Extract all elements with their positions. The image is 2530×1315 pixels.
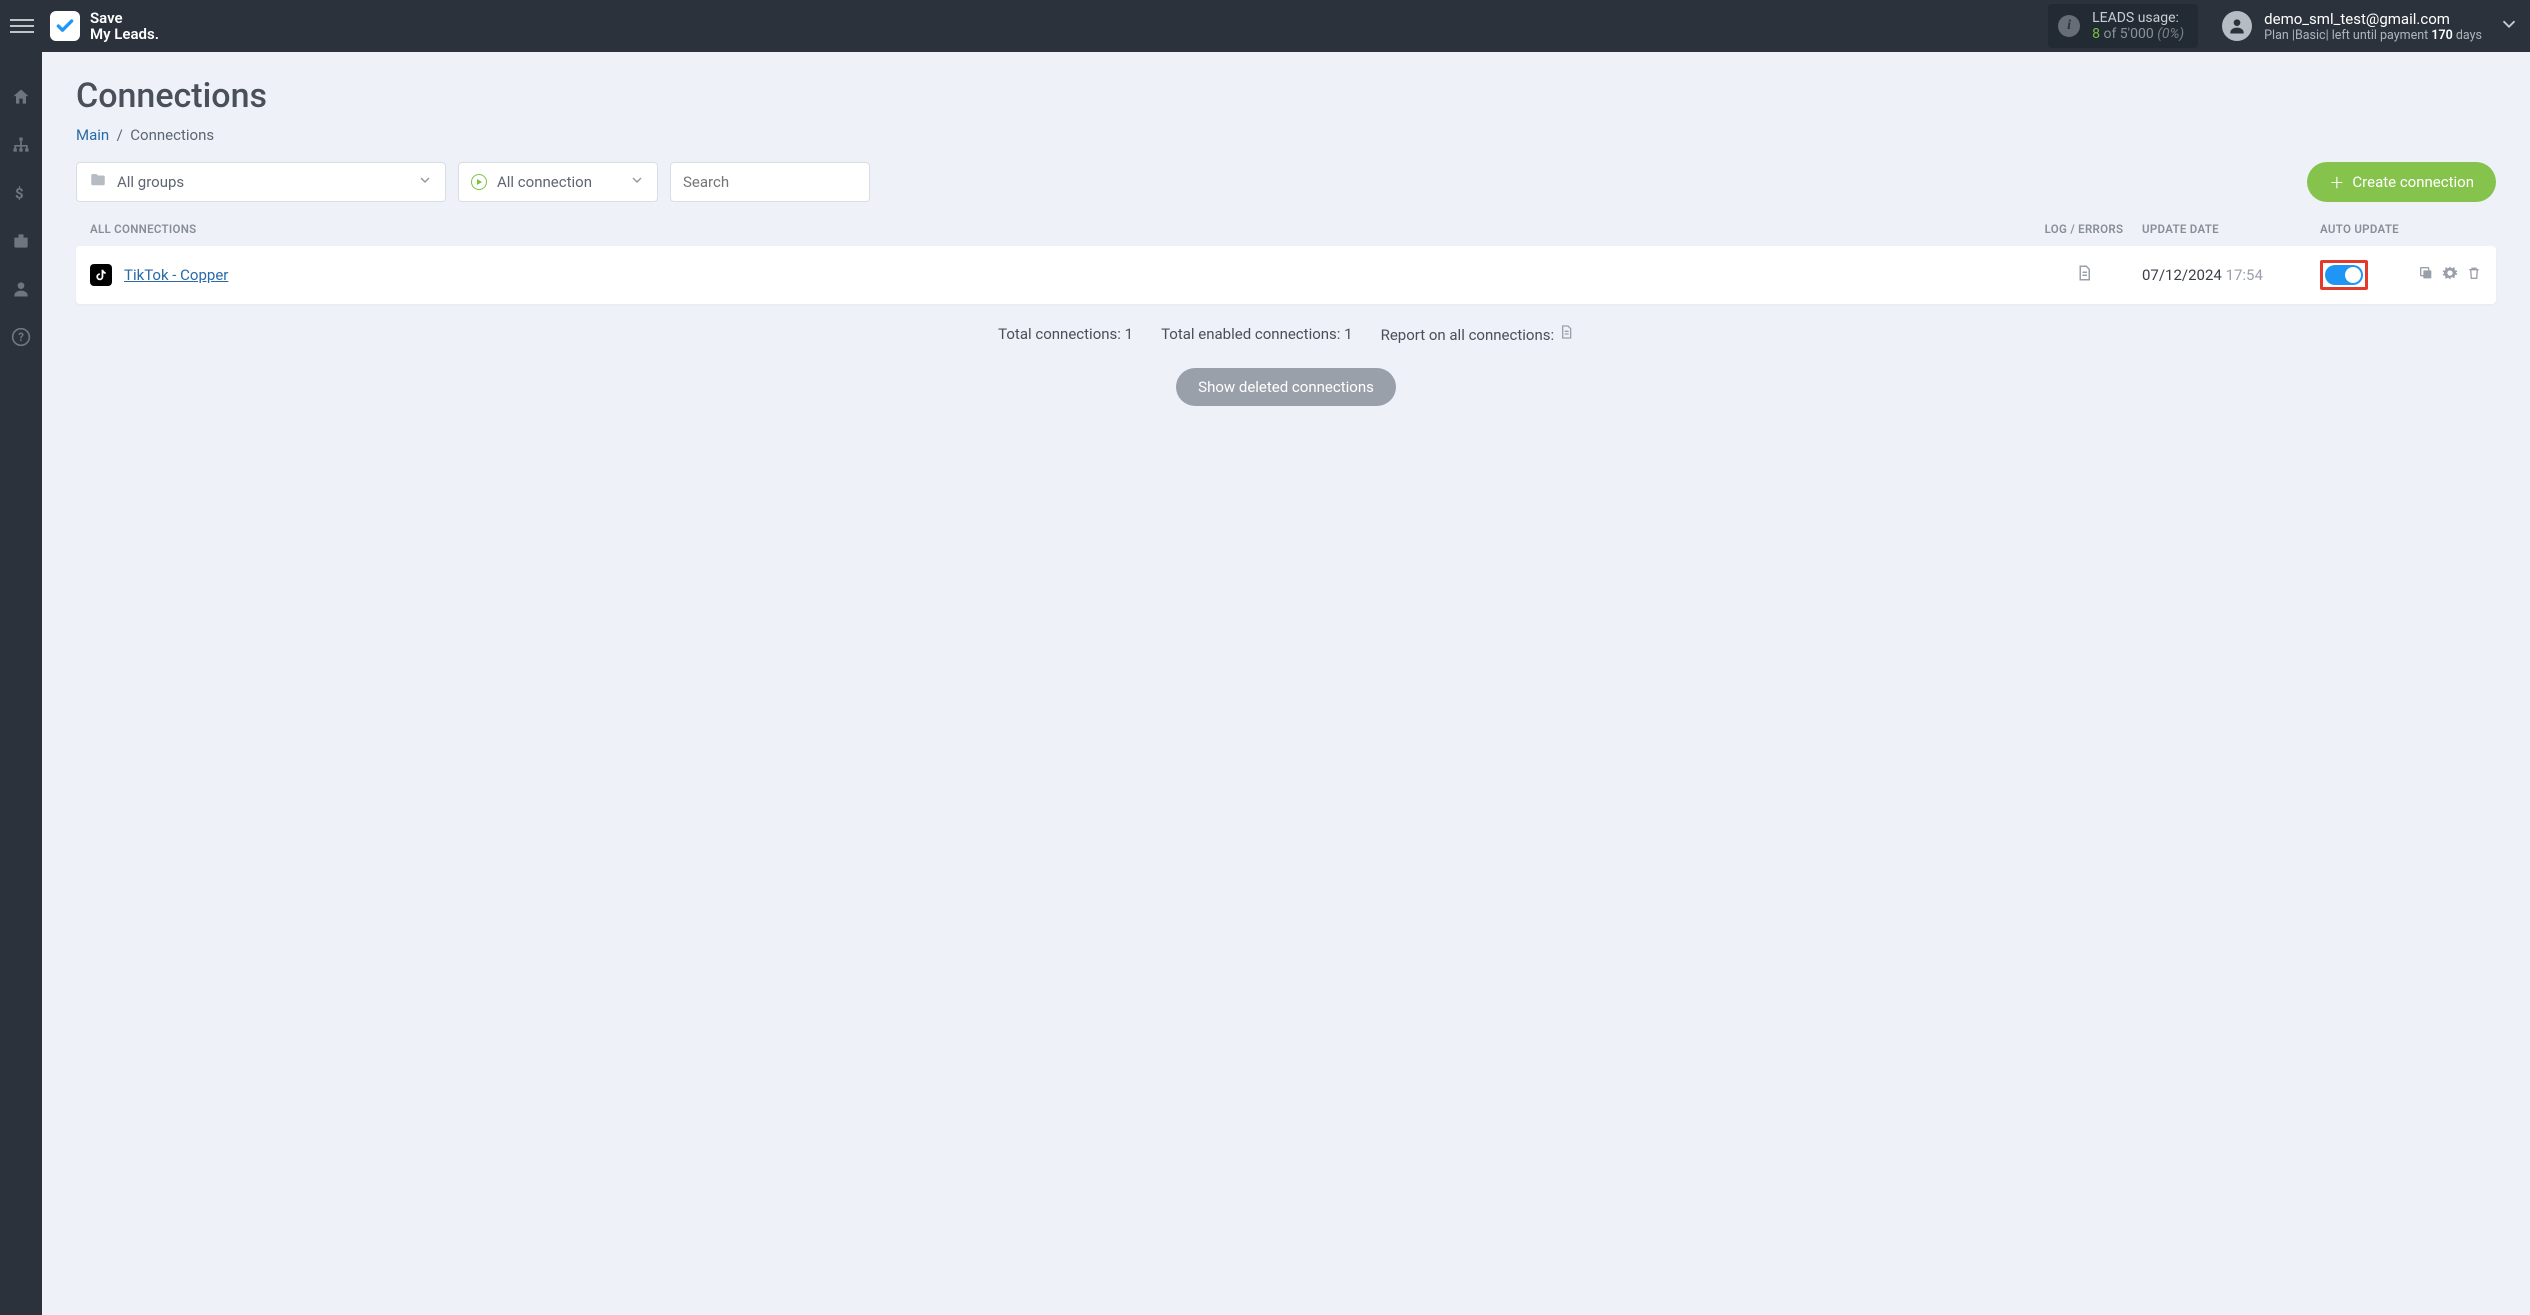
connection-row: TikTok - Copper 07/12/2024 17:54 <box>76 246 2496 304</box>
logo-icon[interactable] <box>50 11 80 41</box>
summary-total: Total connections: 1 <box>998 325 1133 343</box>
side-nav: $ ? <box>0 52 42 1315</box>
chevron-down-icon <box>629 172 645 192</box>
avatar-icon <box>2222 11 2252 41</box>
summary-bar: Total connections: 1 Total enabled conne… <box>76 324 2496 344</box>
chevron-down-icon <box>2498 13 2520 39</box>
main-content: Connections Main / Connections All group… <box>42 52 2530 1315</box>
breadcrumb-main-link[interactable]: Main <box>76 126 109 144</box>
nav-connections-icon[interactable] <box>10 134 32 156</box>
status-dropdown[interactable]: All connection <box>458 162 658 202</box>
hamburger-menu-icon[interactable] <box>10 14 34 38</box>
tiktok-icon <box>90 264 112 286</box>
header-log-errors: LOG / ERRORS <box>2036 222 2132 236</box>
groups-dropdown-label: All groups <box>117 173 184 191</box>
search-input[interactable] <box>683 173 857 191</box>
show-deleted-button[interactable]: Show deleted connections <box>1176 368 1396 406</box>
svg-text:$: $ <box>15 184 24 202</box>
copy-icon[interactable] <box>2418 265 2434 285</box>
summary-enabled: Total enabled connections: 1 <box>1161 325 1353 343</box>
leads-usage-value: 8 of 5'000 (0%) <box>2092 26 2184 42</box>
groups-dropdown[interactable]: All groups <box>76 162 446 202</box>
nav-help-icon[interactable]: ? <box>10 326 32 348</box>
chevron-down-icon <box>417 172 433 192</box>
table-header-row: ALL CONNECTIONS LOG / ERRORS UPDATE DATE… <box>76 216 2496 246</box>
info-icon: i <box>2058 15 2080 37</box>
trash-icon[interactable] <box>2466 265 2482 285</box>
play-icon <box>471 174 487 190</box>
create-connection-button[interactable]: ＋ Create connection <box>2307 162 2496 202</box>
summary-report: Report on all connections: <box>1381 324 1574 344</box>
breadcrumb: Main / Connections <box>76 126 2496 144</box>
connection-name-link[interactable]: TikTok - Copper <box>124 266 228 284</box>
status-dropdown-label: All connection <box>497 173 592 191</box>
document-icon[interactable] <box>1558 326 1574 344</box>
svg-text:?: ? <box>18 330 24 344</box>
account-email: demo_sml_test@gmail.com <box>2264 10 2482 28</box>
search-input-wrap[interactable] <box>670 162 870 202</box>
nav-home-icon[interactable] <box>10 86 32 108</box>
nav-tools-icon[interactable] <box>10 230 32 252</box>
update-date: 07/12/2024 17:54 <box>2132 266 2312 284</box>
log-icon[interactable] <box>2036 264 2132 286</box>
gear-icon[interactable] <box>2442 265 2458 285</box>
top-bar: Save My Leads. i LEADS usage: 8 of 5'000… <box>0 0 2530 52</box>
page-title: Connections <box>76 76 2496 116</box>
header-all-connections: ALL CONNECTIONS <box>90 222 2036 236</box>
nav-account-icon[interactable] <box>10 278 32 300</box>
filters-bar: All groups All connection ＋ Create conne… <box>76 162 2496 202</box>
nav-billing-icon[interactable]: $ <box>10 182 32 204</box>
leads-usage-badge[interactable]: i LEADS usage: 8 of 5'000 (0%) <box>2048 4 2198 48</box>
leads-usage-label: LEADS usage: <box>2092 10 2184 26</box>
auto-update-toggle[interactable] <box>2325 265 2363 285</box>
header-auto-update: AUTO UPDATE <box>2312 222 2482 236</box>
plus-icon: ＋ <box>2329 172 2344 193</box>
highlighted-toggle <box>2320 260 2368 290</box>
folder-icon <box>89 171 107 193</box>
account-menu[interactable]: demo_sml_test@gmail.com Plan |Basic| lef… <box>2222 10 2530 43</box>
account-plan: Plan |Basic| left until payment 170 days <box>2264 28 2482 43</box>
logo-text: Save My Leads. <box>90 10 159 43</box>
header-update-date: UPDATE DATE <box>2132 222 2312 236</box>
breadcrumb-current: Connections <box>130 126 214 144</box>
